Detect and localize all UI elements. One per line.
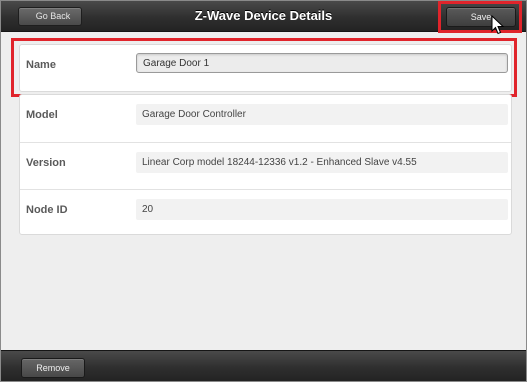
node-id-label: Node ID <box>26 204 68 216</box>
name-label: Name <box>26 59 56 71</box>
model-row: Model Garage Door Controller <box>20 95 511 136</box>
node-id-row: Node ID 20 <box>20 189 511 230</box>
save-button[interactable]: Save <box>446 7 516 27</box>
app-frame: Go Back Z-Wave Device Details Save Name … <box>0 0 527 382</box>
mouse-pointer-icon <box>491 15 505 35</box>
go-back-button[interactable]: Go Back <box>18 7 82 26</box>
version-row: Version Linear Corp model 18244-12336 v1… <box>20 142 511 183</box>
details-card: Model Garage Door Controller Version Lin… <box>19 94 512 235</box>
version-value: Linear Corp model 18244-12336 v1.2 - Enh… <box>136 152 508 173</box>
name-card: Name <box>19 44 512 92</box>
model-value: Garage Door Controller <box>136 104 508 125</box>
model-label: Model <box>26 109 58 121</box>
version-label: Version <box>26 157 66 169</box>
save-highlight: Save <box>438 1 522 33</box>
go-back-label: Go Back <box>35 11 71 21</box>
name-row: Name <box>20 45 511 86</box>
remove-button[interactable]: Remove <box>21 358 85 378</box>
name-input[interactable] <box>136 53 508 73</box>
node-id-value: 20 <box>136 199 508 220</box>
bottom-toolbar: Remove <box>1 350 526 381</box>
